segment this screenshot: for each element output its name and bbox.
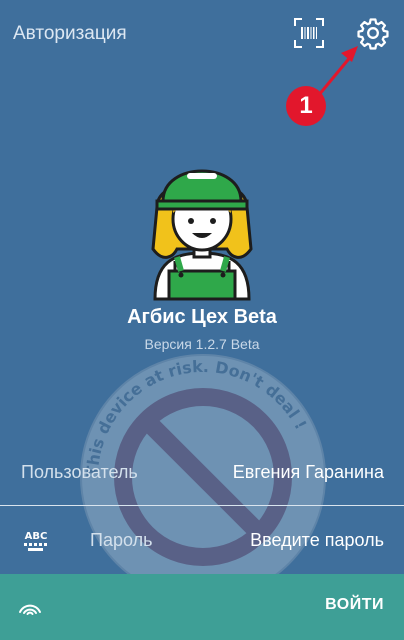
user-select-row[interactable]: Пользователь Евгения Гаранина — [0, 445, 404, 503]
password-row[interactable]: ABC Пароль Введите пароль — [0, 510, 404, 572]
screen-title: Авторизация — [13, 23, 127, 44]
user-value[interactable]: Евгения Гаранина — [233, 462, 384, 483]
password-label: Пароль — [90, 530, 153, 550]
annotation-marker: 1 — [286, 86, 326, 126]
barcode-scan-icon — [294, 18, 324, 48]
app-bar: Авторизация — [0, 0, 404, 70]
fingerprint-icon[interactable] — [16, 594, 44, 622]
gear-icon — [357, 18, 389, 50]
svg-text:ABC: ABC — [25, 531, 48, 542]
app-version: Версия 1.2.7 Beta — [144, 336, 260, 352]
bottom-action-bar: ВОЙТИ — [0, 574, 404, 640]
barcode-scan-button[interactable] — [292, 16, 326, 50]
user-label: Пользователь — [21, 462, 138, 482]
keyboard-abc-icon[interactable]: ABC — [22, 528, 50, 554]
app-name: Агбис Цех Beta — [127, 306, 277, 328]
form-divider — [0, 505, 404, 506]
password-input[interactable]: Введите пароль — [250, 530, 384, 551]
settings-button[interactable] — [356, 16, 390, 50]
worker-avatar-icon — [151, 169, 253, 301]
login-button[interactable]: ВОЙТИ — [325, 596, 384, 614]
